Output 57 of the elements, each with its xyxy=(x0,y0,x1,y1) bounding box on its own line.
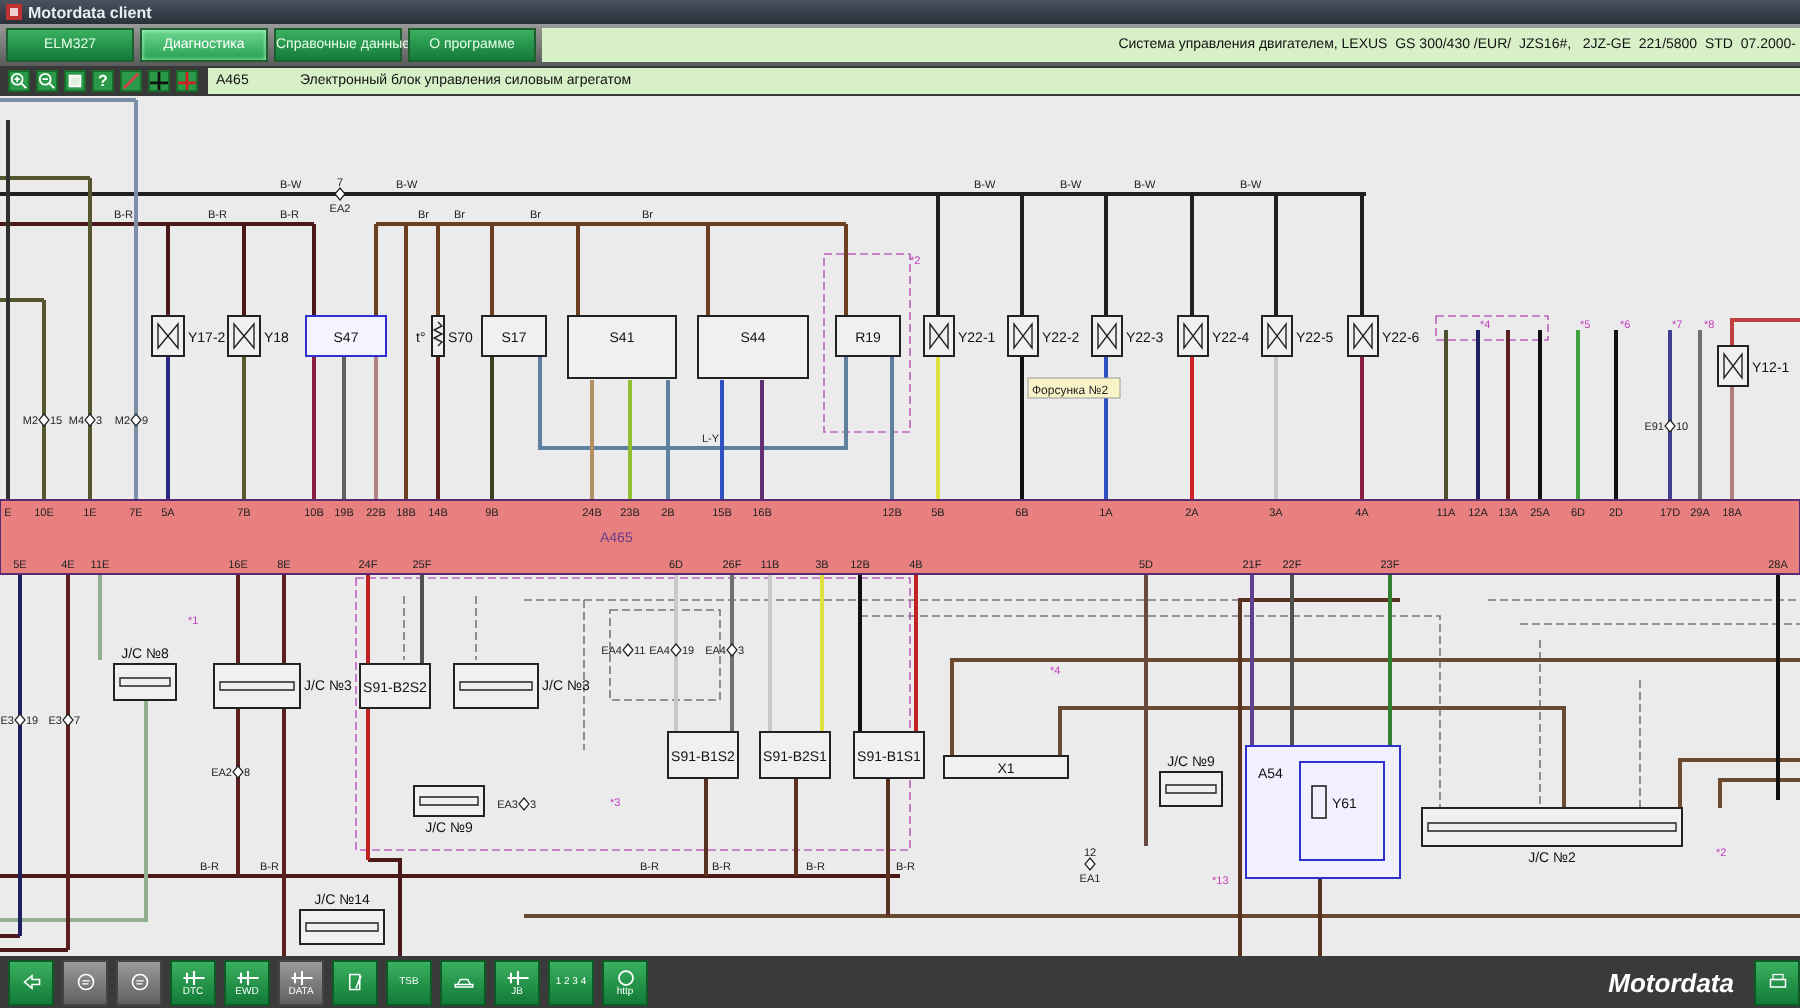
splice-icon xyxy=(334,187,346,201)
frame-icon xyxy=(66,72,84,90)
zoom-in-button[interactable] xyxy=(8,70,30,92)
splice-icon xyxy=(130,413,142,427)
valve-symbol-icon xyxy=(1013,321,1033,351)
crosshair-icon xyxy=(178,72,196,90)
brand-logo: Motordata xyxy=(1608,967,1734,997)
zoom-out-icon xyxy=(38,72,56,90)
dashed-line xyxy=(403,595,405,661)
tools-button[interactable] xyxy=(332,959,378,1005)
valve-symbol-icon xyxy=(157,322,179,350)
splice-icon xyxy=(518,797,530,811)
splice-icon xyxy=(622,643,634,657)
crosshair-button[interactable] xyxy=(148,70,170,92)
crosshair-icon xyxy=(150,72,168,90)
splice-icon xyxy=(62,713,74,727)
diagram-icon xyxy=(179,967,207,987)
dashed-line xyxy=(1639,679,1641,809)
splice-icon xyxy=(232,765,244,779)
back-button[interactable] xyxy=(8,959,54,1005)
zoom-in-icon xyxy=(10,72,28,90)
junction-bar-icon xyxy=(119,677,171,687)
splice-icon xyxy=(14,713,26,727)
diagonal-line-icon xyxy=(122,72,140,90)
junction-bar-icon xyxy=(459,681,533,691)
coil-icon xyxy=(1311,785,1327,819)
valve-symbol-icon xyxy=(233,322,255,350)
window-title: Motordata client xyxy=(28,3,152,21)
junction-bar-icon xyxy=(1165,784,1217,794)
junction-bar-icon xyxy=(1427,822,1677,832)
zoom-out-button[interactable] xyxy=(36,70,58,92)
valve-symbol-icon xyxy=(1723,351,1743,381)
junction-bar-icon xyxy=(219,681,295,691)
app-icon xyxy=(6,4,22,20)
thermistor-symbol-icon xyxy=(432,321,444,347)
valve-symbol-icon xyxy=(1353,321,1373,351)
splice-icon xyxy=(1084,857,1096,871)
dashed-outline xyxy=(1435,315,1549,341)
junction-bar-icon xyxy=(419,796,479,806)
splice-icon xyxy=(84,413,96,427)
splice-icon xyxy=(726,643,738,657)
diagram-icon xyxy=(287,967,315,987)
splice-icon xyxy=(670,643,682,657)
valve-symbol-icon xyxy=(1097,321,1117,351)
help-button[interactable]: ? xyxy=(92,70,114,92)
valve-symbol-icon xyxy=(929,321,949,351)
dashed-line xyxy=(475,595,477,661)
valve-symbol-icon xyxy=(1267,321,1287,351)
diagram-icon xyxy=(503,967,531,987)
valve-symbol-icon xyxy=(1183,321,1203,351)
car-button[interactable] xyxy=(440,959,486,1005)
splice-icon xyxy=(1664,419,1676,433)
splice-icon xyxy=(38,413,50,427)
print-button[interactable] xyxy=(1754,959,1800,1005)
diagram-icon xyxy=(233,967,261,987)
junction-bar-icon xyxy=(305,922,379,932)
fit-button[interactable] xyxy=(64,70,86,92)
